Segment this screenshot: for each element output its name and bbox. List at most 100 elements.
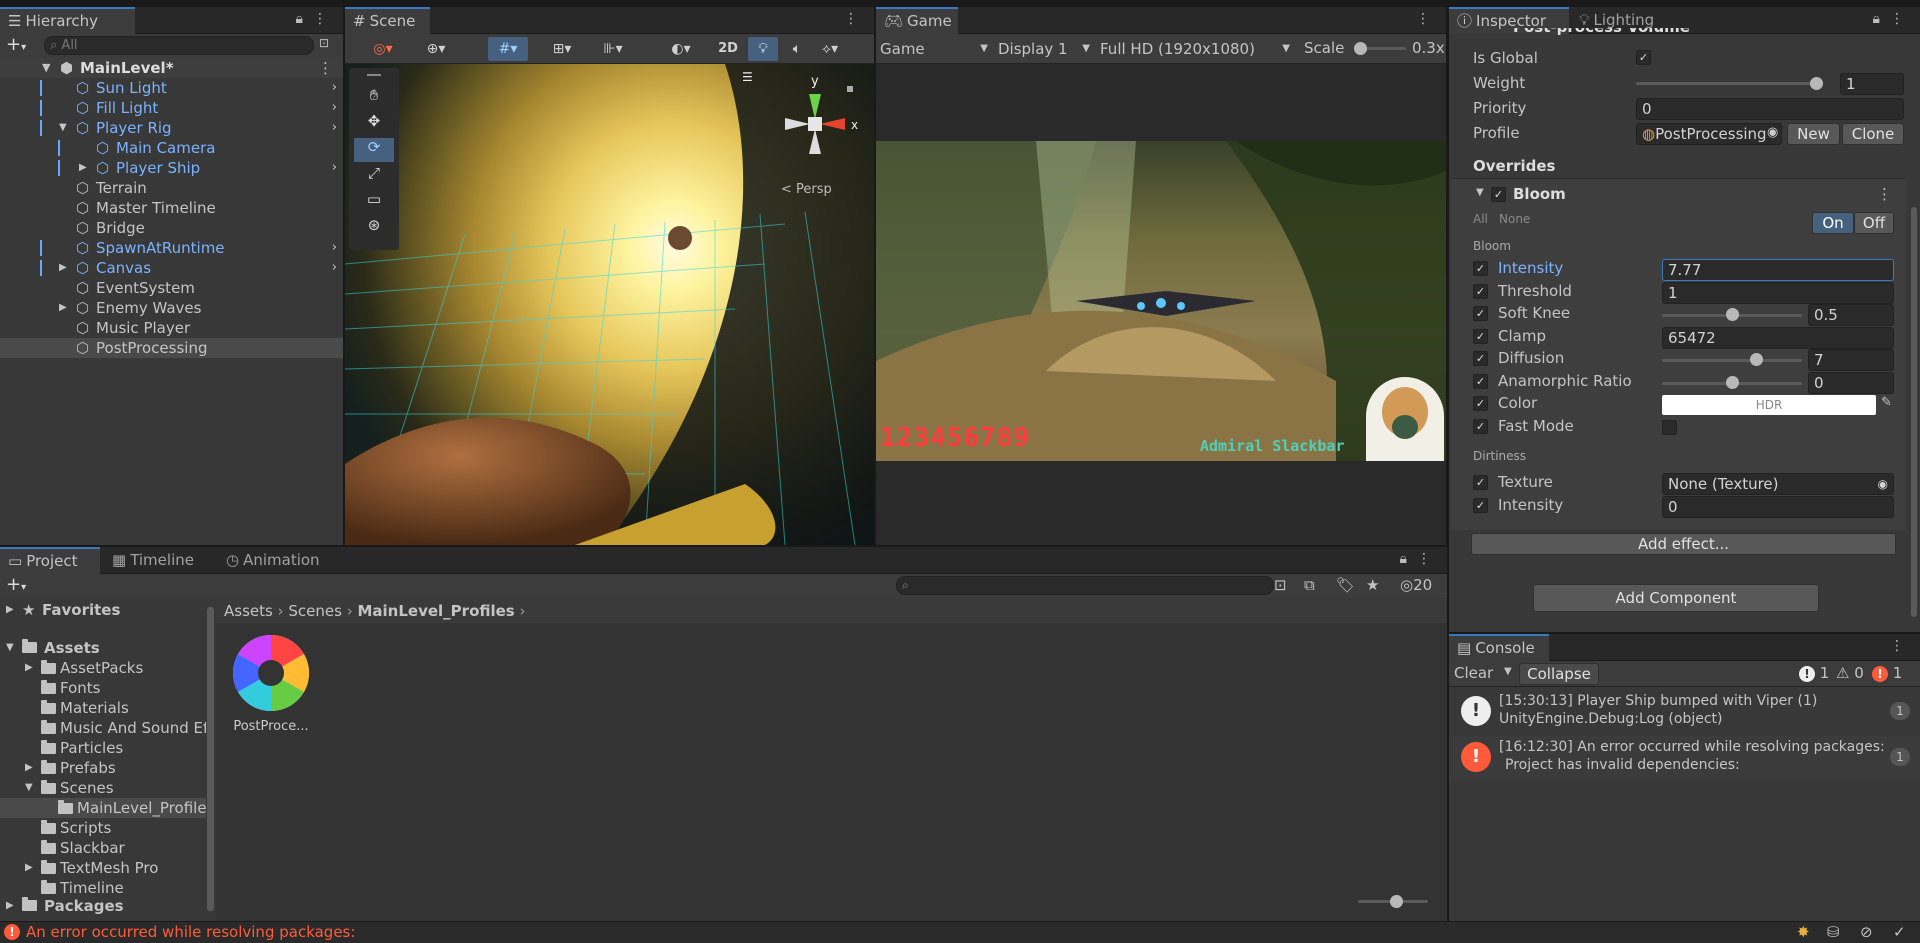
- create-asset-button[interactable]: +▾: [6, 574, 26, 595]
- toggle-2d-button[interactable]: 2D: [713, 37, 743, 61]
- expand-right-icon[interactable]: ▶: [59, 298, 67, 318]
- expand-down-icon[interactable]: ▼: [6, 638, 14, 658]
- console-entry[interactable]: ! [15:30:13] Player Ship bumped with Vipe…: [1449, 690, 1920, 734]
- weight-slider-track[interactable]: [1636, 82, 1823, 85]
- override-checkbox[interactable]: ✓: [1473, 283, 1488, 299]
- network-icon[interactable]: ⊘: [1860, 923, 1873, 941]
- project-search-input[interactable]: ⌕: [896, 576, 1274, 595]
- add-effect-button[interactable]: Add effect...: [1471, 533, 1896, 555]
- display-dropdown[interactable]: Display 1 ▼: [998, 37, 1094, 61]
- hierarchy-item[interactable]: ⬡ SpawnAtRuntime ›: [0, 238, 343, 258]
- chevron-right-icon[interactable]: ›: [332, 78, 337, 98]
- texture-override-checkbox[interactable]: ✓: [1473, 475, 1488, 490]
- favorite-star-icon[interactable]: ★: [1366, 576, 1379, 594]
- eyedropper-icon[interactable]: ✎: [1881, 395, 1892, 410]
- chevron-right-icon[interactable]: ›: [332, 98, 337, 118]
- game-viewport[interactable]: 123456789 Admiral Slackbar: [876, 141, 1446, 461]
- hierarchy-item[interactable]: ▶ ⬡ Enemy Waves: [0, 298, 343, 318]
- overlay-menu-icon[interactable]: ☰: [742, 70, 753, 84]
- override-checkbox[interactable]: ✓: [1473, 328, 1488, 344]
- audio-toggle-icon[interactable]: 🔈︎: [782, 37, 812, 61]
- prop-value-field[interactable]: 7.77: [1662, 259, 1894, 281]
- orientation-gizmo[interactable]: y x: [765, 74, 865, 174]
- prop-slider-track[interactable]: [1662, 359, 1802, 362]
- expand-down-icon[interactable]: ▼: [25, 778, 33, 798]
- game-more-icon[interactable]: ⋮: [1416, 11, 1440, 27]
- weight-slider-knob[interactable]: [1810, 77, 1823, 90]
- snap-increment-button[interactable]: ⊞▾: [542, 37, 582, 61]
- assets-row[interactable]: ▼ Assets: [0, 638, 206, 658]
- hierarchy-item[interactable]: ⬡ Master Timeline: [0, 198, 343, 218]
- project-folder-item[interactable]: MainLevel_Profile: [0, 798, 206, 818]
- move-tool-icon[interactable]: ✥: [354, 112, 394, 136]
- transform-tool-icon[interactable]: ⊛: [354, 216, 394, 240]
- expand-right-icon[interactable]: ▶: [6, 896, 14, 916]
- lighting-toggle-icon[interactable]: 💡︎: [748, 37, 778, 61]
- tab-project[interactable]: ▭ Project: [0, 547, 100, 574]
- project-folder-item[interactable]: Slackbar: [0, 838, 206, 858]
- inspector-scrollbar[interactable]: [1911, 207, 1917, 617]
- hierarchy-item[interactable]: ⬡ Terrain: [0, 178, 343, 198]
- hidden-packages-toggle[interactable]: ◎20: [1400, 576, 1432, 594]
- ruler-button[interactable]: ⊪▾: [592, 37, 634, 61]
- override-checkbox[interactable]: ✓: [1473, 373, 1488, 389]
- clear-options-chevron[interactable]: ▼: [1504, 666, 1512, 677]
- scale-tool-icon[interactable]: ⤢: [354, 164, 394, 188]
- rotate-tool-icon[interactable]: ⟳: [354, 138, 394, 162]
- none-toggle[interactable]: None: [1499, 212, 1530, 226]
- expand-down-icon[interactable]: ▼: [59, 118, 67, 138]
- filter-label-icon[interactable]: 🏷︎: [1336, 576, 1355, 594]
- search-options-icon[interactable]: ⊡: [319, 36, 329, 50]
- scene-root-row[interactable]: ▼ ⬢ MainLevel* ⋮: [0, 58, 343, 78]
- lock-icon[interactable]: 🔒︎: [1873, 11, 1890, 27]
- hierarchy-item[interactable]: ▶ ⬡ Canvas ›: [0, 258, 343, 278]
- project-folder-item[interactable]: Music And Sound Ef: [0, 718, 206, 738]
- hierarchy-item[interactable]: ⬡ Fill Light ›: [0, 98, 343, 118]
- error-count-toggle[interactable]: ! 1: [1872, 664, 1902, 682]
- expand-right-icon[interactable]: ▶: [25, 758, 33, 778]
- packages-row[interactable]: ▶ Packages: [0, 896, 206, 916]
- off-button[interactable]: Off: [1854, 212, 1894, 234]
- expand-right-icon[interactable]: ▶: [6, 600, 14, 620]
- scale-slider-knob[interactable]: [1354, 42, 1367, 55]
- draw-mode-button[interactable]: ◎▾: [365, 37, 401, 61]
- folder-tree-scrollbar[interactable]: [207, 607, 214, 911]
- scene-viewport[interactable]: ✋︎ ✥ ⟳ ⤢ ▭ ⊛ ☰ y x < Persp: [345, 64, 874, 545]
- override-checkbox[interactable]: ✓: [1473, 306, 1488, 321]
- weight-field[interactable]: 1: [1840, 73, 1904, 95]
- project-folder-item[interactable]: Fonts: [0, 678, 206, 698]
- clear-button[interactable]: Clear: [1454, 664, 1493, 682]
- breadcrumb-item[interactable]: MainLevel_Profiles: [357, 602, 514, 620]
- icon-size-slider-knob[interactable]: [1390, 895, 1403, 908]
- chevron-right-icon[interactable]: ›: [332, 258, 337, 278]
- console-more-icon[interactable]: ⋮: [1890, 638, 1914, 654]
- breadcrumb-item[interactable]: Assets: [224, 602, 273, 620]
- prop-value-field[interactable]: 7: [1808, 349, 1894, 371]
- breadcrumb-item[interactable]: Scenes: [288, 602, 342, 620]
- expand-right-icon[interactable]: ▶: [25, 858, 33, 878]
- project-folder-item[interactable]: ▶ TextMesh Pro: [0, 858, 206, 878]
- chevron-right-icon[interactable]: ›: [332, 118, 337, 138]
- on-button[interactable]: On: [1812, 212, 1854, 234]
- drag-handle[interactable]: [367, 74, 381, 76]
- hierarchy-item[interactable]: ⬡ Main Camera: [0, 138, 343, 158]
- project-folder-item[interactable]: ▶ AssetPacks: [0, 658, 206, 678]
- rect-tool-icon[interactable]: ▭: [354, 190, 394, 214]
- hand-tool-icon[interactable]: ✋︎: [354, 86, 394, 110]
- chevron-right-icon[interactable]: ›: [332, 158, 337, 178]
- fast-mode-checkbox[interactable]: [1662, 419, 1677, 435]
- foldout-down-icon[interactable]: ▼: [1476, 187, 1484, 198]
- project-folder-item[interactable]: Particles: [0, 738, 206, 758]
- priority-field[interactable]: 0: [1636, 98, 1904, 120]
- tab-scene[interactable]: # Scene: [345, 7, 430, 34]
- expand-right-icon[interactable]: ▶: [25, 658, 33, 678]
- warning-count-toggle[interactable]: ⚠ 0: [1836, 664, 1864, 682]
- more-icon[interactable]: ⋮: [1890, 11, 1914, 27]
- bloom-enable-checkbox[interactable]: ✓: [1491, 187, 1506, 202]
- grid-snap-button[interactable]: #▾: [488, 37, 528, 61]
- favorites-row[interactable]: ▶ ★ Favorites: [0, 600, 206, 620]
- new-profile-button[interactable]: New: [1787, 123, 1840, 145]
- status-message[interactable]: An error occurred while resolving packag…: [26, 923, 355, 941]
- game-mode-dropdown[interactable]: Game ▼: [880, 37, 992, 61]
- hierarchy-item[interactable]: ▼ ⬡ Player Rig ›: [0, 118, 343, 138]
